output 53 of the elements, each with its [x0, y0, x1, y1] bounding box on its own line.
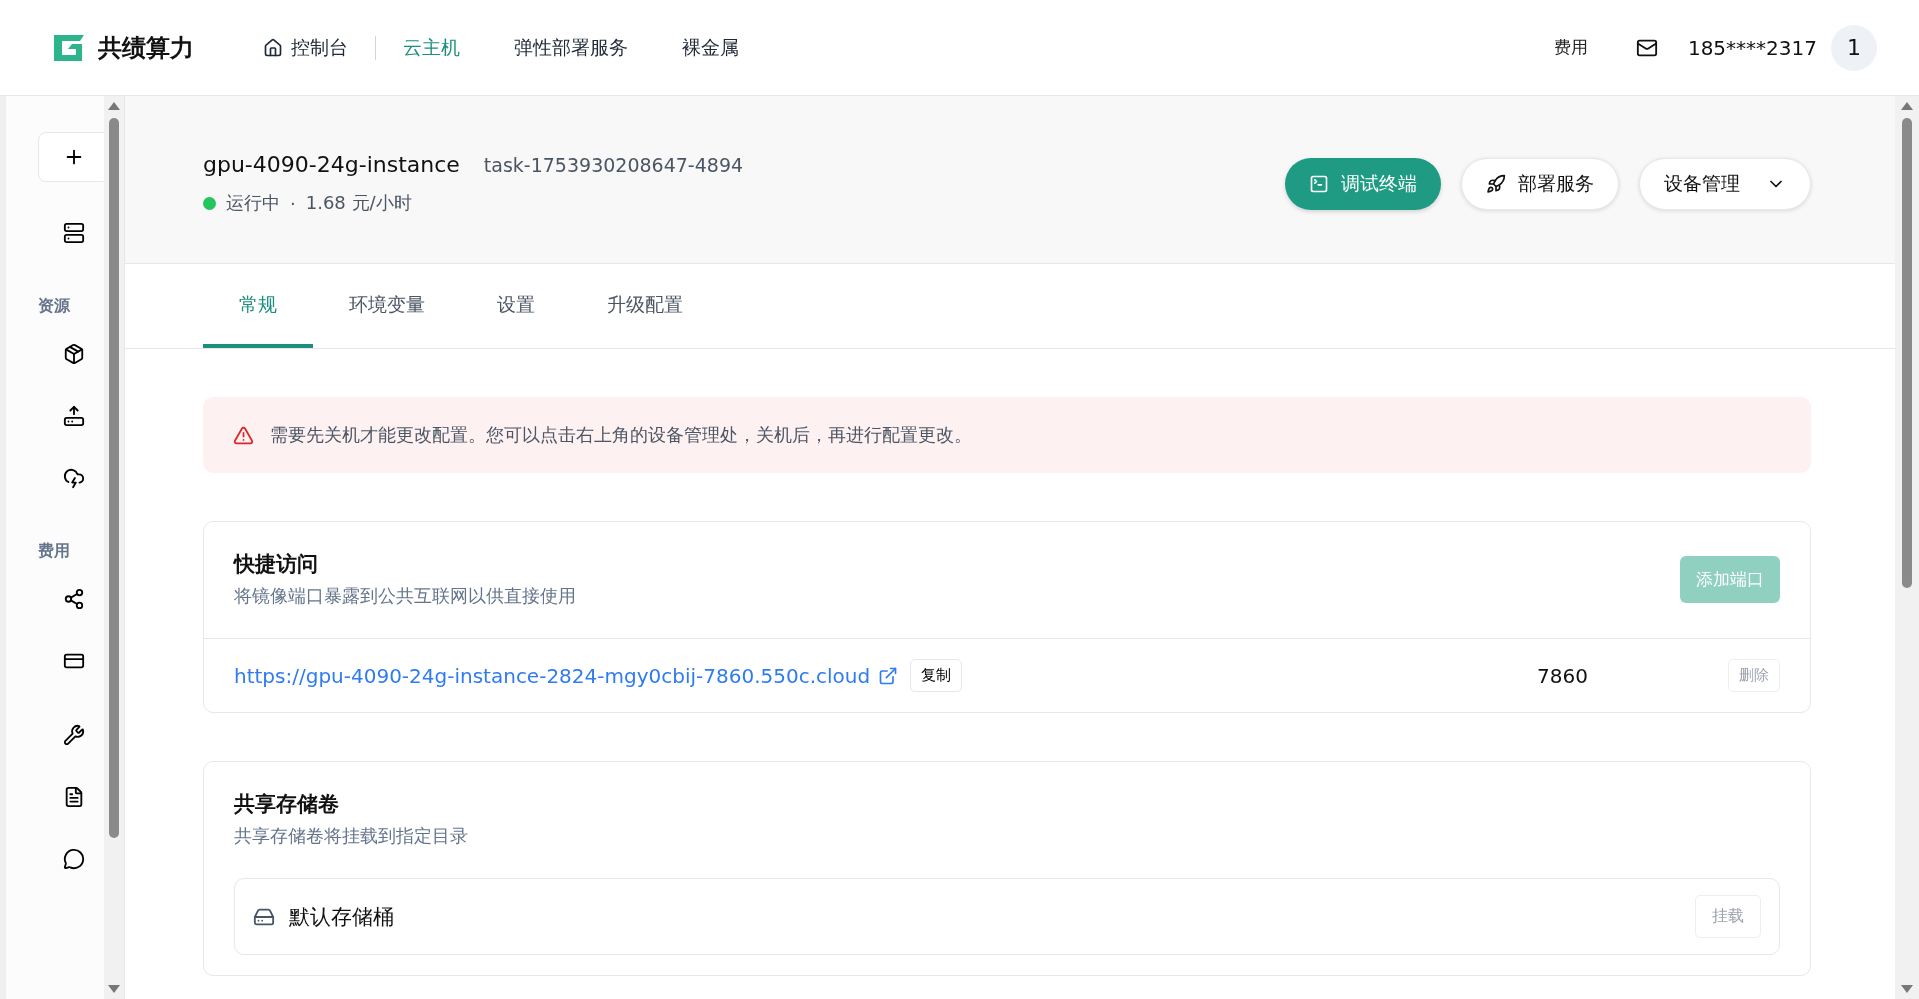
sidebar-item[interactable]	[63, 467, 85, 489]
rocket-icon	[1486, 173, 1506, 194]
share-icon	[63, 588, 85, 610]
server-icon	[63, 222, 85, 244]
alert-text: 需要先关机才能更改配置。您可以点击右上角的设备管理处，关机后，再进行配置更改。	[270, 423, 972, 447]
sidebar-item[interactable]	[63, 343, 85, 365]
sidebar-item[interactable]	[63, 588, 85, 610]
card-title: 快捷访问	[234, 551, 319, 578]
upload-icon	[63, 405, 85, 427]
url-link[interactable]: https://gpu-4090-24g-instance-2824-mgy0cbij-7860.550c.cloud	[234, 663, 871, 688]
instance-name: gpu-4090-24g-instance	[203, 152, 460, 177]
nav-link[interactable]: 弹性部署服务	[487, 34, 655, 61]
user-phone: 185****2317	[1687, 35, 1817, 60]
separator-dot: ·	[290, 192, 296, 214]
tab[interactable]: 环境变量	[313, 264, 461, 348]
copy-button[interactable]: 复制	[910, 659, 963, 692]
logo-text: 共绩算力	[98, 32, 194, 64]
warning-icon	[233, 424, 254, 446]
tab[interactable]: 常规	[203, 264, 313, 348]
task-id: task-1753930208647-4894	[483, 153, 744, 176]
dropdown-button[interactable]: 设备管理	[1639, 157, 1811, 210]
sidebar-item[interactable]	[63, 405, 85, 427]
port-number: 7860	[1537, 663, 1588, 688]
scrollbar[interactable]	[104, 96, 124, 999]
nav-link[interactable]: 云主机	[376, 34, 487, 61]
sidebar-section-title: 费用	[38, 541, 70, 562]
billing-link[interactable]: 费用	[1553, 36, 1588, 59]
card-title: 共享存储卷	[234, 791, 340, 818]
external-link-icon[interactable]	[878, 665, 899, 686]
sidebar-item[interactable]	[63, 786, 85, 808]
document-icon	[63, 786, 85, 808]
box-icon	[63, 343, 85, 365]
price-text: 1.68 元/小时	[305, 191, 412, 215]
nav-link[interactable]: 裸金属	[655, 34, 766, 61]
sidebar-item[interactable]	[63, 848, 85, 870]
terminal-icon	[1309, 173, 1329, 194]
card-subtitle: 共享存储卷将挂载到指定目录	[234, 824, 469, 848]
tab[interactable]: 设置	[461, 264, 571, 348]
wrench-icon	[63, 724, 85, 746]
sidebar-section-title: 资源	[38, 296, 70, 317]
chat-bubble-icon	[63, 848, 85, 870]
card-subtitle: 将镜像端口暴露到公共互联网以供直接使用	[234, 584, 577, 608]
sidebar-item[interactable]	[63, 222, 85, 244]
home-icon	[263, 37, 283, 58]
tab[interactable]: 升级配置	[571, 264, 719, 348]
action-button[interactable]: 部署服务	[1461, 157, 1619, 210]
cloud-lightning-icon	[63, 467, 85, 489]
bucket-name: 默认存储桶	[289, 903, 395, 931]
sidebar-item[interactable]	[63, 724, 85, 746]
status-text: 运行中	[226, 191, 280, 215]
avatar[interactable]: 1	[1831, 24, 1877, 71]
scrollbar[interactable]	[1895, 96, 1919, 999]
nav-link[interactable]: 控制台	[236, 34, 375, 61]
